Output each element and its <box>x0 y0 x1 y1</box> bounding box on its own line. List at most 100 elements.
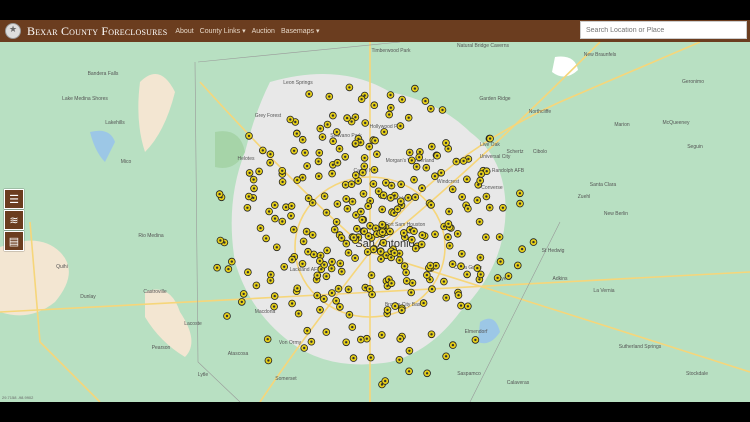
foreclosure-marker[interactable] <box>341 153 350 161</box>
foreclosure-marker[interactable] <box>417 240 426 249</box>
foreclosure-marker[interactable] <box>378 228 387 236</box>
foreclosure-marker[interactable] <box>303 326 312 335</box>
foreclosure-marker[interactable] <box>288 299 296 308</box>
foreclosure-marker[interactable] <box>348 197 357 206</box>
foreclosure-marker[interactable] <box>345 310 354 319</box>
foreclosure-marker[interactable] <box>364 232 373 240</box>
foreclosure-marker[interactable] <box>289 225 298 234</box>
foreclosure-marker[interactable] <box>473 196 482 205</box>
foreclosure-marker[interactable] <box>405 148 414 157</box>
foreclosure-marker[interactable] <box>334 284 343 293</box>
foreclosure-marker[interactable] <box>476 253 485 262</box>
foreclosure-marker[interactable] <box>437 169 446 177</box>
foreclosure-marker[interactable] <box>445 241 454 250</box>
foreclosure-marker[interactable] <box>404 113 413 122</box>
foreclosure-marker[interactable] <box>300 344 309 352</box>
foreclosure-marker[interactable] <box>438 106 447 114</box>
foreclosure-marker[interactable] <box>304 194 313 203</box>
foreclosure-marker[interactable] <box>349 354 358 362</box>
foreclosure-marker[interactable] <box>359 190 368 198</box>
foreclosure-marker[interactable] <box>320 295 328 303</box>
foreclosure-marker[interactable] <box>363 248 372 256</box>
foreclosure-marker[interactable] <box>322 208 331 217</box>
foreclosure-marker[interactable] <box>410 227 418 236</box>
foreclosure-marker[interactable] <box>298 135 307 144</box>
foreclosure-marker[interactable] <box>344 285 353 294</box>
foreclosure-marker[interactable] <box>442 293 451 302</box>
foreclosure-marker[interactable] <box>266 158 274 167</box>
foreclosure-marker[interactable] <box>329 111 337 120</box>
foreclosure-marker[interactable] <box>360 162 369 171</box>
foreclosure-marker[interactable] <box>328 289 336 297</box>
foreclosure-marker[interactable] <box>396 197 405 206</box>
foreclosure-marker[interactable] <box>445 207 453 216</box>
nav-county-links[interactable]: County Links ▾ <box>200 27 246 35</box>
foreclosure-marker[interactable] <box>463 270 471 279</box>
foreclosure-marker[interactable] <box>448 185 457 194</box>
foreclosure-marker[interactable] <box>448 260 457 268</box>
foreclosure-marker[interactable] <box>325 92 334 101</box>
foreclosure-marker[interactable] <box>245 169 254 177</box>
foreclosure-marker[interactable] <box>395 355 404 364</box>
foreclosure-marker[interactable] <box>399 229 408 237</box>
foreclosure-marker[interactable] <box>513 261 522 270</box>
foreclosure-marker[interactable] <box>415 153 424 161</box>
foreclosure-marker[interactable] <box>418 184 426 192</box>
foreclosure-marker[interactable] <box>418 231 427 239</box>
foreclosure-marker[interactable] <box>244 268 252 277</box>
foreclosure-marker[interactable] <box>294 309 303 318</box>
foreclosure-marker[interactable] <box>476 176 485 185</box>
foreclosure-marker[interactable] <box>433 151 442 160</box>
foreclosure-marker[interactable] <box>496 257 505 266</box>
foreclosure-marker[interactable] <box>428 285 436 293</box>
foreclosure-marker[interactable] <box>482 192 491 201</box>
foreclosure-marker[interactable] <box>313 291 322 300</box>
foreclosure-marker[interactable] <box>379 191 388 200</box>
foreclosure-marker[interactable] <box>364 202 373 210</box>
foreclosure-marker[interactable] <box>329 137 337 145</box>
foreclosure-marker[interactable] <box>387 279 396 288</box>
foreclosure-marker[interactable] <box>477 170 486 178</box>
foreclosure-marker[interactable] <box>382 179 390 187</box>
foreclosure-marker[interactable] <box>459 157 468 165</box>
foreclosure-marker[interactable] <box>308 231 317 239</box>
foreclosure-marker[interactable] <box>287 212 295 220</box>
foreclosure-marker[interactable] <box>386 91 395 99</box>
nav-about[interactable]: About <box>175 28 193 35</box>
foreclosure-marker[interactable] <box>360 154 369 162</box>
foreclosure-marker[interactable] <box>327 264 336 273</box>
foreclosure-marker[interactable] <box>457 301 465 310</box>
foreclosure-marker[interactable] <box>224 265 233 273</box>
foreclosure-marker[interactable] <box>373 150 381 158</box>
foreclosure-marker[interactable] <box>342 338 351 347</box>
foreclosure-marker[interactable] <box>305 90 313 98</box>
foreclosure-marker[interactable] <box>516 199 524 208</box>
foreclosure-marker[interactable] <box>397 180 405 189</box>
legend-button[interactable]: ☰ <box>4 189 24 209</box>
foreclosure-marker[interactable] <box>320 192 329 201</box>
foreclosure-marker[interactable] <box>333 200 342 208</box>
foreclosure-marker[interactable] <box>423 271 431 279</box>
foreclosure-marker[interactable] <box>452 157 461 166</box>
foreclosure-marker[interactable] <box>272 243 281 252</box>
foreclosure-marker[interactable] <box>245 132 253 140</box>
foreclosure-marker[interactable] <box>476 270 485 279</box>
foreclosure-marker[interactable] <box>383 306 392 314</box>
foreclosure-marker[interactable] <box>314 172 323 181</box>
foreclosure-marker[interactable] <box>336 259 345 268</box>
foreclosure-marker[interactable] <box>402 268 410 277</box>
foreclosure-marker[interactable] <box>316 124 325 133</box>
foreclosure-marker[interactable] <box>349 233 358 242</box>
foreclosure-marker[interactable] <box>343 114 351 122</box>
foreclosure-marker[interactable] <box>411 244 420 253</box>
foreclosure-marker[interactable] <box>337 267 346 276</box>
foreclosure-marker[interactable] <box>213 263 221 272</box>
foreclosure-marker[interactable] <box>396 335 405 343</box>
foreclosure-marker[interactable] <box>427 142 436 151</box>
foreclosure-marker[interactable] <box>485 203 494 212</box>
foreclosure-marker[interactable] <box>464 204 472 213</box>
foreclosure-marker[interactable] <box>419 299 428 307</box>
foreclosure-marker[interactable] <box>351 171 360 180</box>
foreclosure-marker[interactable] <box>342 239 351 248</box>
foreclosure-marker[interactable] <box>307 337 316 346</box>
